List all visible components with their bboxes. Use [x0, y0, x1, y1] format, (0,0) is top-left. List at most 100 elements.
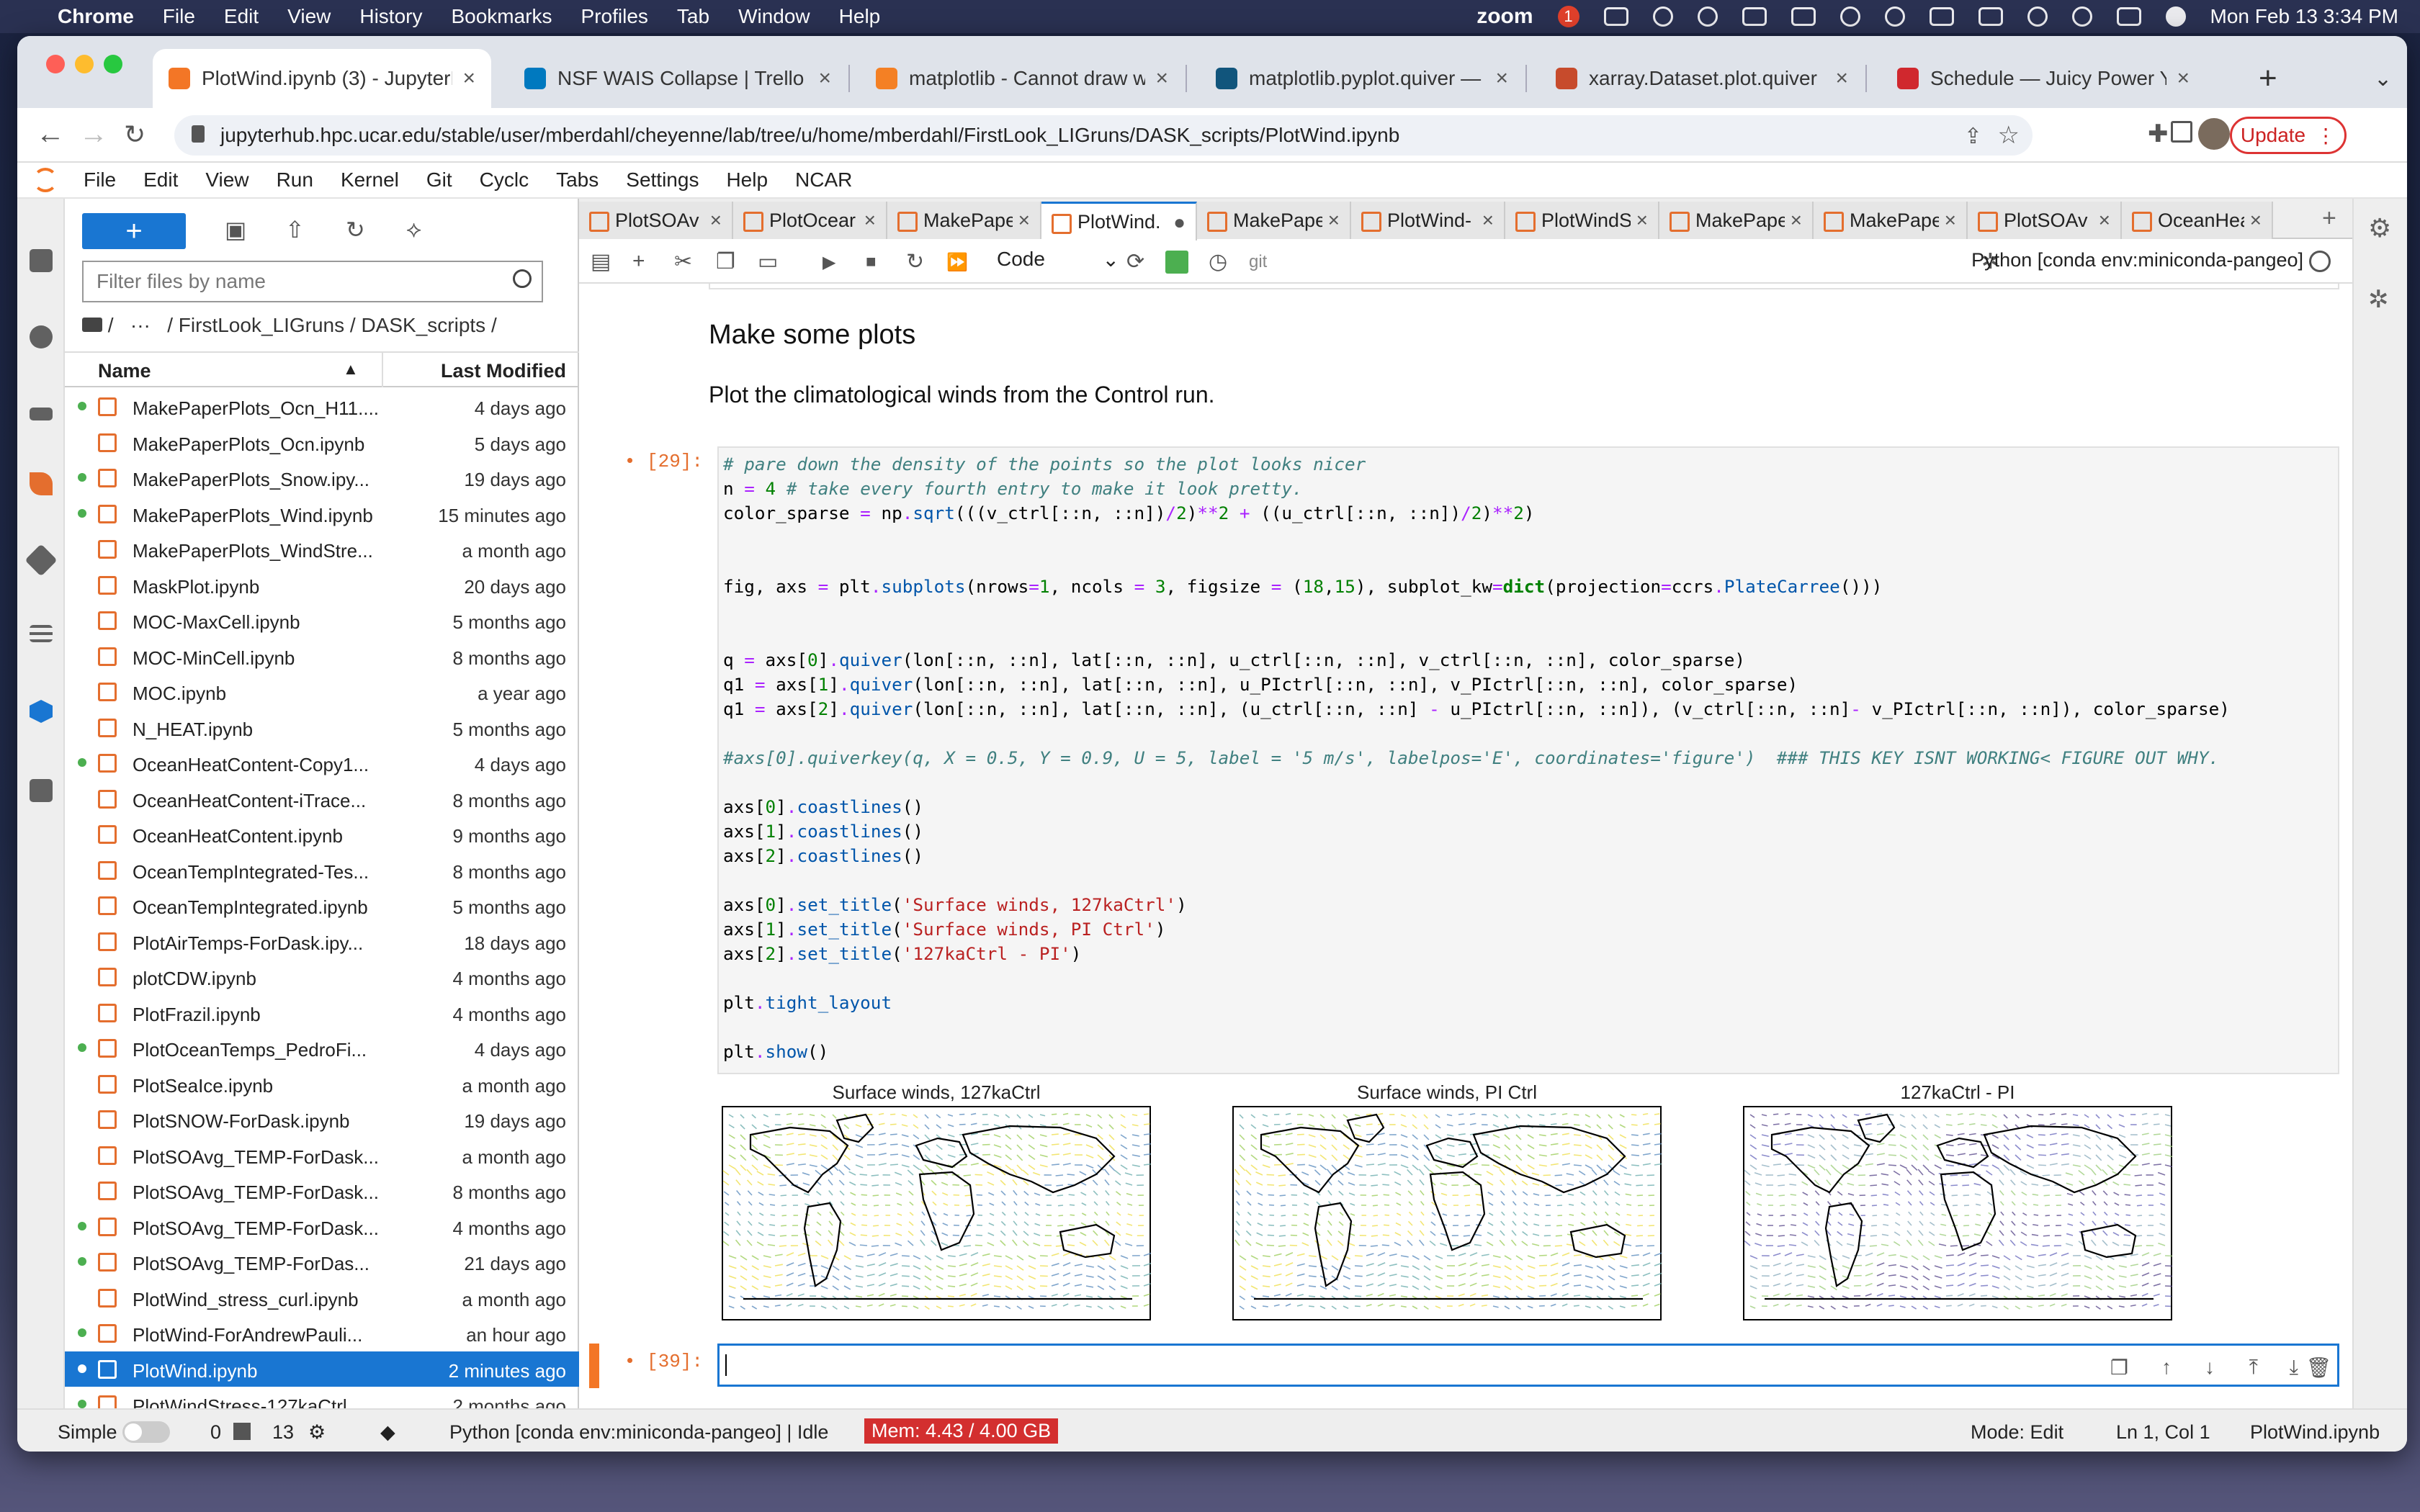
copy-icon[interactable]: ❐	[716, 249, 735, 274]
upload-icon[interactable]: ⇧	[285, 216, 305, 243]
file-row[interactable]: OceanHeatContent-Copy1... 4 days ago	[65, 745, 579, 781]
close-tab-icon[interactable]: ×	[2250, 209, 2262, 232]
insert-above-icon[interactable]: ⤒	[2249, 1356, 2258, 1380]
kernel-status[interactable]: Python [conda env:miniconda-pangeo] | Id…	[449, 1421, 828, 1444]
new-launcher-tab-icon[interactable]: +	[2322, 204, 2336, 233]
duplicate-cell-icon[interactable]: ❐	[2110, 1356, 2128, 1380]
kernel-gear-icon[interactable]: ⚙	[308, 1421, 326, 1444]
jupyter-menu-cyclc[interactable]: Cyclc	[480, 168, 529, 192]
close-window-button[interactable]	[46, 55, 65, 73]
menu-clock[interactable]: Mon Feb 13 3:34 PM	[2210, 5, 2398, 28]
extensions-icon[interactable]: ✚	[2148, 120, 2169, 148]
file-row[interactable]: OceanHeatContent.ipynb 9 months ago	[65, 816, 579, 852]
file-row[interactable]: MaskPlot.ipynb 20 days ago	[65, 567, 579, 603]
jupyter-menu-run[interactable]: Run	[277, 168, 313, 192]
new-launcher-button[interactable]: +	[82, 213, 186, 249]
table-view-icon[interactable]	[1165, 251, 1188, 274]
close-tab-icon[interactable]: ×	[1482, 209, 1494, 232]
close-tab-icon[interactable]: ×	[2099, 209, 2110, 232]
table-of-contents-icon[interactable]	[30, 625, 53, 642]
move-up-icon[interactable]: ↑	[2161, 1356, 2172, 1379]
file-row[interactable]: MOC-MaxCell.ipynb 5 months ago	[65, 603, 579, 639]
menu-app-name[interactable]: Chrome	[58, 5, 134, 28]
browser-tab[interactable]: Schedule — Juicy Power Yoga ×	[1881, 49, 2205, 108]
zoom-menu-icon[interactable]: zoom	[1476, 4, 1533, 29]
headphones-icon[interactable]	[1884, 6, 1905, 27]
bluetooth-icon[interactable]	[1929, 7, 1954, 26]
spotlight-search-icon[interactable]	[2071, 6, 2092, 27]
dask-icon[interactable]	[30, 408, 53, 420]
stop-icon[interactable]: ■	[866, 252, 877, 272]
new-folder-icon[interactable]: ▣	[225, 216, 246, 243]
jupyter-menu-settings[interactable]: Settings	[626, 168, 699, 192]
column-divider[interactable]	[382, 353, 383, 387]
breadcrumb-path[interactable]: / FirstLook_LIGruns / DASK_scripts /	[167, 314, 497, 336]
menu-item-profiles[interactable]: Profiles	[581, 5, 648, 28]
breadcrumb-root[interactable]: /	[108, 314, 114, 336]
menu-item-history[interactable]: History	[359, 5, 422, 28]
extension-manager-icon[interactable]	[30, 779, 53, 802]
home-folder-icon[interactable]	[82, 318, 102, 332]
file-row[interactable]: OceanTempIntegrated.ipynb 5 months ago	[65, 888, 579, 924]
insert-below-icon[interactable]: ⤓	[2290, 1356, 2298, 1380]
menu-item-window[interactable]: Window	[738, 5, 810, 28]
notebook-tab[interactable]: PlotSOAv ×	[579, 202, 733, 239]
sidepanel-icon[interactable]	[2171, 121, 2192, 143]
jupyter-menu-help[interactable]: Help	[726, 168, 768, 192]
close-tab-icon[interactable]: ×	[1018, 209, 1030, 232]
close-tab-icon[interactable]: ×	[1791, 209, 1802, 232]
name-column-header[interactable]: Name	[98, 360, 151, 382]
git-icon[interactable]	[24, 544, 58, 577]
debugger-icon[interactable]: ✲	[2368, 285, 2389, 314]
play-icon[interactable]	[1839, 6, 1860, 27]
file-row[interactable]: N_HEAT.ipynb 5 months ago	[65, 710, 579, 746]
notebook-tab[interactable]: MakePape ×	[1659, 202, 1814, 239]
browser-tab[interactable]: matplotlib - Cannot draw wind ×	[860, 49, 1184, 108]
close-tab-icon[interactable]: ×	[1636, 209, 1648, 232]
dask-dashboard-icon[interactable]	[30, 700, 53, 723]
property-inspector-gear-icon[interactable]: ⚙	[2368, 213, 2391, 243]
restart-icon[interactable]: ↻	[906, 249, 924, 274]
close-tab-icon[interactable]: ×	[1945, 209, 1956, 232]
file-row[interactable]: MakePaperPlots_Ocn_H11.... 4 days ago	[65, 389, 579, 425]
git-clone-icon[interactable]: ⟡	[406, 216, 421, 243]
code-source[interactable]: # pare down the density of the points so…	[723, 452, 2230, 1064]
jupyter-menu-ncar[interactable]: NCAR	[795, 168, 852, 192]
file-row[interactable]: OceanHeatContent-iTrace... 8 months ago	[65, 781, 579, 817]
browser-tab[interactable]: matplotlib.pyplot.quiver — Mat ×	[1200, 49, 1524, 108]
forward-icon[interactable]: →	[79, 118, 108, 150]
running-kernels-icon[interactable]	[30, 325, 53, 348]
file-row[interactable]: PlotWind_stress_curl.ipynb a month ago	[65, 1280, 579, 1316]
simple-mode-toggle[interactable]	[122, 1421, 170, 1443]
menu-item-file[interactable]: File	[163, 5, 195, 28]
delete-cell-icon[interactable]: 🗑	[2305, 1356, 2331, 1380]
menu-item-edit[interactable]: Edit	[224, 5, 259, 28]
file-row[interactable]: MOC.ipynb a year ago	[65, 674, 579, 710]
jupyter-menu-view[interactable]: View	[205, 168, 248, 192]
update-button[interactable]: Update ⋮	[2230, 117, 2347, 154]
file-row[interactable]: PlotSOAvg_TEMP-ForDask... a month ago	[65, 1138, 579, 1174]
browser-tab[interactable]: NSF WAIS Collapse | Trello ×	[508, 49, 847, 108]
pangeo-icon[interactable]	[30, 472, 53, 495]
vlc-icon[interactable]	[1652, 6, 1673, 27]
vpn-icon[interactable]	[1791, 7, 1816, 26]
file-row[interactable]: PlotSOAvg_TEMP-ForDask... 4 months ago	[65, 1209, 579, 1245]
close-tab-icon[interactable]: ×	[462, 66, 475, 91]
breadcrumb-ellipsis[interactable]: ···	[130, 314, 151, 336]
close-tab-icon[interactable]: ×	[1495, 66, 1508, 91]
file-row[interactable]: PlotFrazil.ipynb 4 months ago	[65, 995, 579, 1031]
profile-avatar[interactable]	[2198, 118, 2230, 150]
file-row[interactable]: PlotSeaIce.ipynb a month ago	[65, 1066, 579, 1102]
dask-refresh-icon[interactable]: ⟳	[1126, 249, 1144, 274]
notebook-tab[interactable]: MakePape ×	[1814, 202, 1968, 239]
file-row[interactable]: MakePaperPlots_Snow.ipy... 19 days ago	[65, 460, 579, 496]
kebab-menu-icon[interactable]: ⋮	[2316, 124, 2336, 148]
git-label[interactable]: git	[1249, 252, 1267, 272]
git-branch-icon[interactable]: ◆	[380, 1421, 395, 1444]
notebook-tab[interactable]: PlotSOAv ×	[1968, 202, 2122, 239]
notebook-tab[interactable]: PlotWind- ×	[1351, 202, 1505, 239]
browser-tab[interactable]: xarray.Dataset.plot.quiver ×	[1540, 49, 1864, 108]
kernel-count[interactable]: 13	[272, 1421, 294, 1444]
wd-drive-icon[interactable]	[1742, 7, 1767, 26]
wifi-icon[interactable]	[2027, 6, 2048, 27]
